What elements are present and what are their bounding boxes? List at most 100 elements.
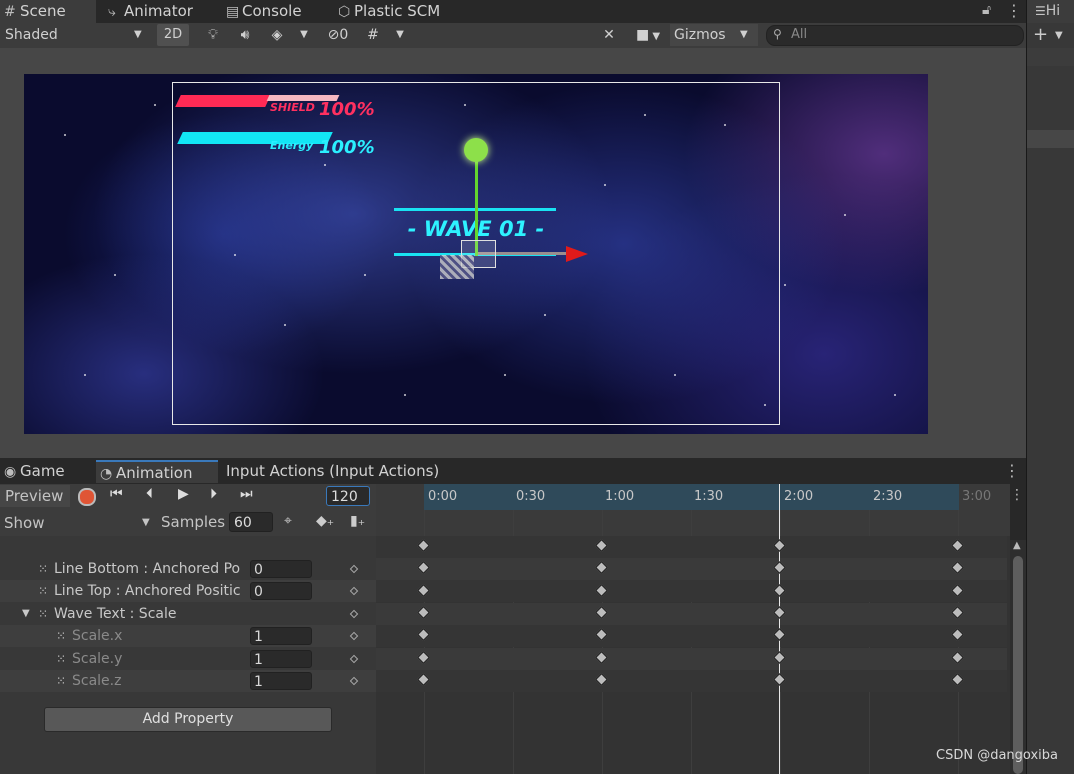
tick-label: 2:00 [784, 489, 814, 504]
grid-snap-icon[interactable]: # [362, 24, 384, 46]
lock-icon[interactable]: 🔓︎ [982, 2, 991, 18]
scroll-up-icon[interactable]: ▲ [1013, 540, 1021, 551]
property-row[interactable]: ▼ ⁙ Wave Text : Scale [0, 603, 376, 625]
tab-animation[interactable]: ◔ Animation [96, 460, 218, 483]
key-row[interactable] [376, 580, 1007, 602]
add-property-button[interactable]: Add Property [44, 707, 332, 732]
animator-icon: ⤷ [108, 4, 116, 20]
property-value-field[interactable]: 0 [250, 582, 312, 600]
player-ship [440, 255, 474, 279]
console-icon: ▤ [226, 4, 240, 20]
clip-name: Show [4, 514, 45, 532]
mode-2d-toggle[interactable]: 2D [157, 24, 189, 46]
effects-dropdown-icon[interactable]: ▼ [294, 24, 314, 46]
rect-transform-icon: ⁙ [56, 674, 67, 688]
scrollbar-thumb[interactable] [1013, 556, 1023, 774]
tab-scene-label: Scene [20, 2, 66, 20]
tab-scene[interactable]: # Scene [0, 0, 96, 23]
shading-mode-dropdown[interactable]: Shaded ▼ [0, 24, 150, 46]
tab-game[interactable]: ◉ Game [0, 460, 92, 483]
property-row[interactable]: ⁙ Line Bottom : Anchored Po 0 [0, 558, 376, 580]
record-icon[interactable] [78, 488, 96, 506]
more-menu-icon[interactable]: ⋮ [1010, 487, 1024, 503]
tab-game-label: Game [20, 462, 65, 480]
shield-bar [175, 95, 271, 107]
keyframe-toggle-icon[interactable] [349, 586, 359, 596]
rect-transform-icon: ⁙ [38, 607, 49, 621]
keyframe-toggle-icon[interactable] [349, 631, 359, 641]
prev-key-icon[interactable]: ⏴ [146, 486, 153, 502]
camera-icon: ■ [635, 27, 650, 43]
key-row[interactable] [376, 625, 1007, 647]
add-keyframe-icon[interactable]: ◆₊ [316, 513, 334, 529]
property-row[interactable]: ⁙ Line Top : Anchored Positic 0 [0, 580, 376, 602]
property-name: Wave Text : Scale [54, 606, 177, 622]
frame-field[interactable]: 120 [326, 486, 370, 506]
property-row[interactable]: ⁙ Scale.z 1 [0, 670, 376, 692]
key-row[interactable] [376, 558, 1007, 580]
tab-console[interactable]: ▤ Console [222, 0, 330, 23]
summary-row[interactable] [376, 536, 1007, 558]
last-key-icon[interactable]: ⏭ [240, 486, 253, 502]
gizmo-y-handle[interactable] [464, 138, 488, 162]
key-row[interactable] [376, 603, 1007, 625]
property-value-field[interactable]: 1 [250, 650, 312, 668]
gizmo-x-arrow[interactable] [566, 246, 588, 262]
dopesheet-scrollbar[interactable]: ▲ [1010, 540, 1026, 774]
key-row[interactable] [376, 670, 1007, 692]
event-lane[interactable] [376, 510, 1010, 536]
chevron-down-icon: ▼ [142, 517, 150, 528]
hidden-objects-toggle[interactable]: ⊘0 [318, 24, 358, 46]
tab-input-actions[interactable]: Input Actions (Input Actions) [222, 460, 456, 483]
search-icon: ⚲ [773, 27, 782, 41]
property-list: Show ▼ Samples 60 ⌖ ◆₊ ▮₊ ⁙ Line Bottom … [0, 510, 377, 774]
grid-dropdown-icon[interactable]: ▼ [390, 24, 410, 46]
keyframe-toggle-icon[interactable] [349, 564, 359, 574]
more-menu-icon[interactable]: ⋮ [1004, 461, 1020, 480]
hierarchy-row[interactable] [1027, 130, 1074, 148]
tab-hierarchy[interactable]: ☰Hi [1027, 0, 1074, 23]
add-event-icon[interactable]: ▮₊ [350, 513, 365, 529]
hierarchy-row[interactable] [1027, 48, 1074, 66]
add-icon[interactable]: + [1033, 24, 1048, 45]
tab-plastic-scm[interactable]: ⬡ Plastic SCM [334, 0, 468, 23]
next-key-icon[interactable]: ⏵ [210, 486, 217, 502]
expand-triangle-icon[interactable]: ▼ [22, 603, 30, 625]
effects-icon[interactable]: ◈ [264, 24, 290, 46]
more-menu-icon[interactable]: ⋮ [1006, 1, 1022, 20]
plastic-scm-icon: ⬡ [338, 4, 351, 20]
audio-icon[interactable]: 🔊︎ [232, 24, 258, 46]
property-value-field[interactable]: 0 [250, 560, 312, 578]
play-icon[interactable]: ▶ [178, 486, 189, 502]
keyframe-toggle-icon[interactable] [349, 654, 359, 664]
keyframe-target-icon[interactable]: ⌖ [284, 513, 292, 529]
energy-label: Energy [270, 139, 314, 152]
tick-label: 2:30 [873, 489, 903, 504]
chevron-down-icon: ▼ [649, 31, 661, 42]
samples-field[interactable]: 60 [229, 512, 273, 532]
tick-label: 0:00 [428, 489, 458, 504]
tab-animator[interactable]: ⤷ Animator [104, 0, 218, 23]
property-row[interactable]: ⁙ Scale.y 1 [0, 648, 376, 670]
dopesheet[interactable] [376, 484, 1010, 774]
tools-icon[interactable]: ✕ [596, 24, 622, 46]
key-row[interactable] [376, 648, 1007, 670]
chevron-down-icon[interactable]: ▼ [1055, 30, 1063, 41]
preview-button[interactable]: Preview [0, 485, 70, 507]
keyframe-toggle-icon[interactable] [349, 676, 359, 686]
property-value-field[interactable]: 1 [250, 627, 312, 645]
keyframe-toggle-icon[interactable] [349, 609, 359, 619]
samples-label: Samples [161, 513, 226, 531]
tick-label: 1:00 [605, 489, 635, 504]
camera-dropdown[interactable]: ■ ▼ [628, 24, 668, 46]
lighting-icon[interactable]: 💡︎ [200, 24, 226, 46]
property-value-field[interactable]: 1 [250, 672, 312, 690]
property-row[interactable]: ⁙ Scale.x 1 [0, 625, 376, 647]
clip-dropdown[interactable]: Show ▼ [4, 512, 154, 534]
search-field[interactable]: ⚲ All [766, 25, 1024, 46]
hierarchy-icon: ☰ [1035, 4, 1046, 18]
first-key-icon[interactable]: ⏮ [110, 486, 123, 502]
gamepad-icon: ◉ [4, 464, 17, 480]
gizmos-dropdown[interactable]: Gizmos ▼ [670, 24, 758, 46]
timeline-ruler[interactable]: 0:00 0:30 1:00 1:30 2:00 2:30 3:00 ⋮ [376, 484, 1024, 510]
